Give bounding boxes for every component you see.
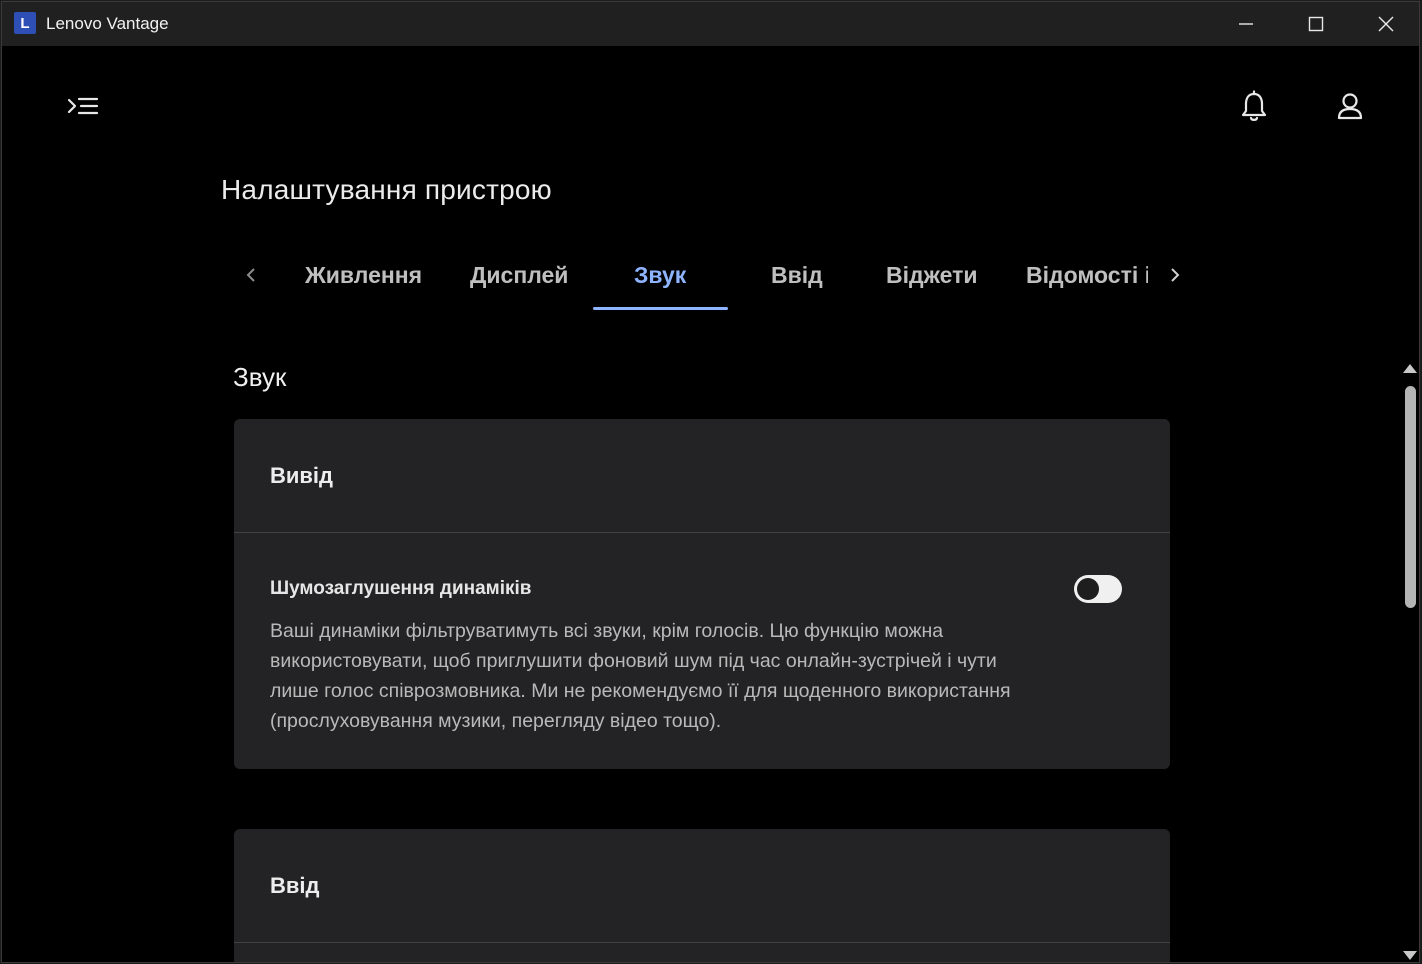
maximize-button[interactable] [1281, 2, 1351, 46]
speaker-noise-cancel-toggle[interactable] [1074, 575, 1122, 603]
maximize-icon [1308, 16, 1324, 32]
user-icon [1337, 93, 1363, 120]
active-tab-indicator [593, 307, 728, 310]
menu-toggle-button[interactable] [66, 94, 100, 120]
input-card: Ввід [234, 829, 1170, 962]
window-title: Lenovo Vantage [46, 14, 169, 33]
title-bar[interactable]: L Lenovo Vantage [2, 2, 1419, 46]
output-heading: Вивід [270, 463, 334, 488]
bell-icon [1241, 90, 1267, 121]
app-logo: L [14, 12, 36, 34]
scroll-down-arrow-icon[interactable] [1403, 951, 1417, 960]
speaker-noise-cancel-label: Шумозаглушення динаміків [270, 578, 532, 599]
chevron-right-icon [1171, 268, 1180, 282]
toggle-knob [1077, 578, 1099, 600]
tab-info[interactable]: Відомості і [1026, 262, 1148, 289]
input-heading: Ввід [270, 873, 320, 898]
app-window: L Lenovo Vantage Налаштування пристрою Ж… [1, 1, 1420, 963]
close-icon [1378, 16, 1394, 32]
notifications-button[interactable] [1238, 90, 1270, 124]
tab-audio[interactable]: Звук [634, 262, 686, 289]
speaker-noise-cancel-description: Ваші динаміки фільтруватимуть всі звуки,… [270, 620, 1011, 732]
close-button[interactable] [1351, 2, 1419, 46]
tab-input[interactable]: Ввід [771, 262, 823, 289]
vertical-scrollbar[interactable] [1400, 360, 1419, 962]
output-card-header: Вивід [234, 419, 1170, 533]
output-card: Вивід Шумозаглушення динаміків Ваші дина… [234, 419, 1170, 769]
tab-display[interactable]: Дисплей [470, 262, 568, 289]
scroll-thumb[interactable] [1405, 386, 1416, 608]
section-title: Звук [233, 362, 287, 392]
tab-info-clip: Відомості і [1026, 260, 1148, 294]
input-card-header: Ввід [234, 829, 1170, 943]
account-button[interactable] [1334, 90, 1366, 124]
chevron-left-icon [246, 268, 255, 282]
minimize-icon [1239, 23, 1253, 25]
page-title: Налаштування пристрою [221, 174, 552, 205]
tab-widgets[interactable]: Віджети [886, 262, 978, 289]
minimize-button[interactable] [1211, 2, 1281, 46]
tabs-prev-button[interactable] [239, 260, 263, 290]
tabs-next-button[interactable] [1163, 260, 1187, 290]
tab-power[interactable]: Живлення [305, 262, 422, 289]
menu-expand-icon [67, 97, 99, 115]
scroll-up-arrow-icon[interactable] [1403, 364, 1417, 373]
